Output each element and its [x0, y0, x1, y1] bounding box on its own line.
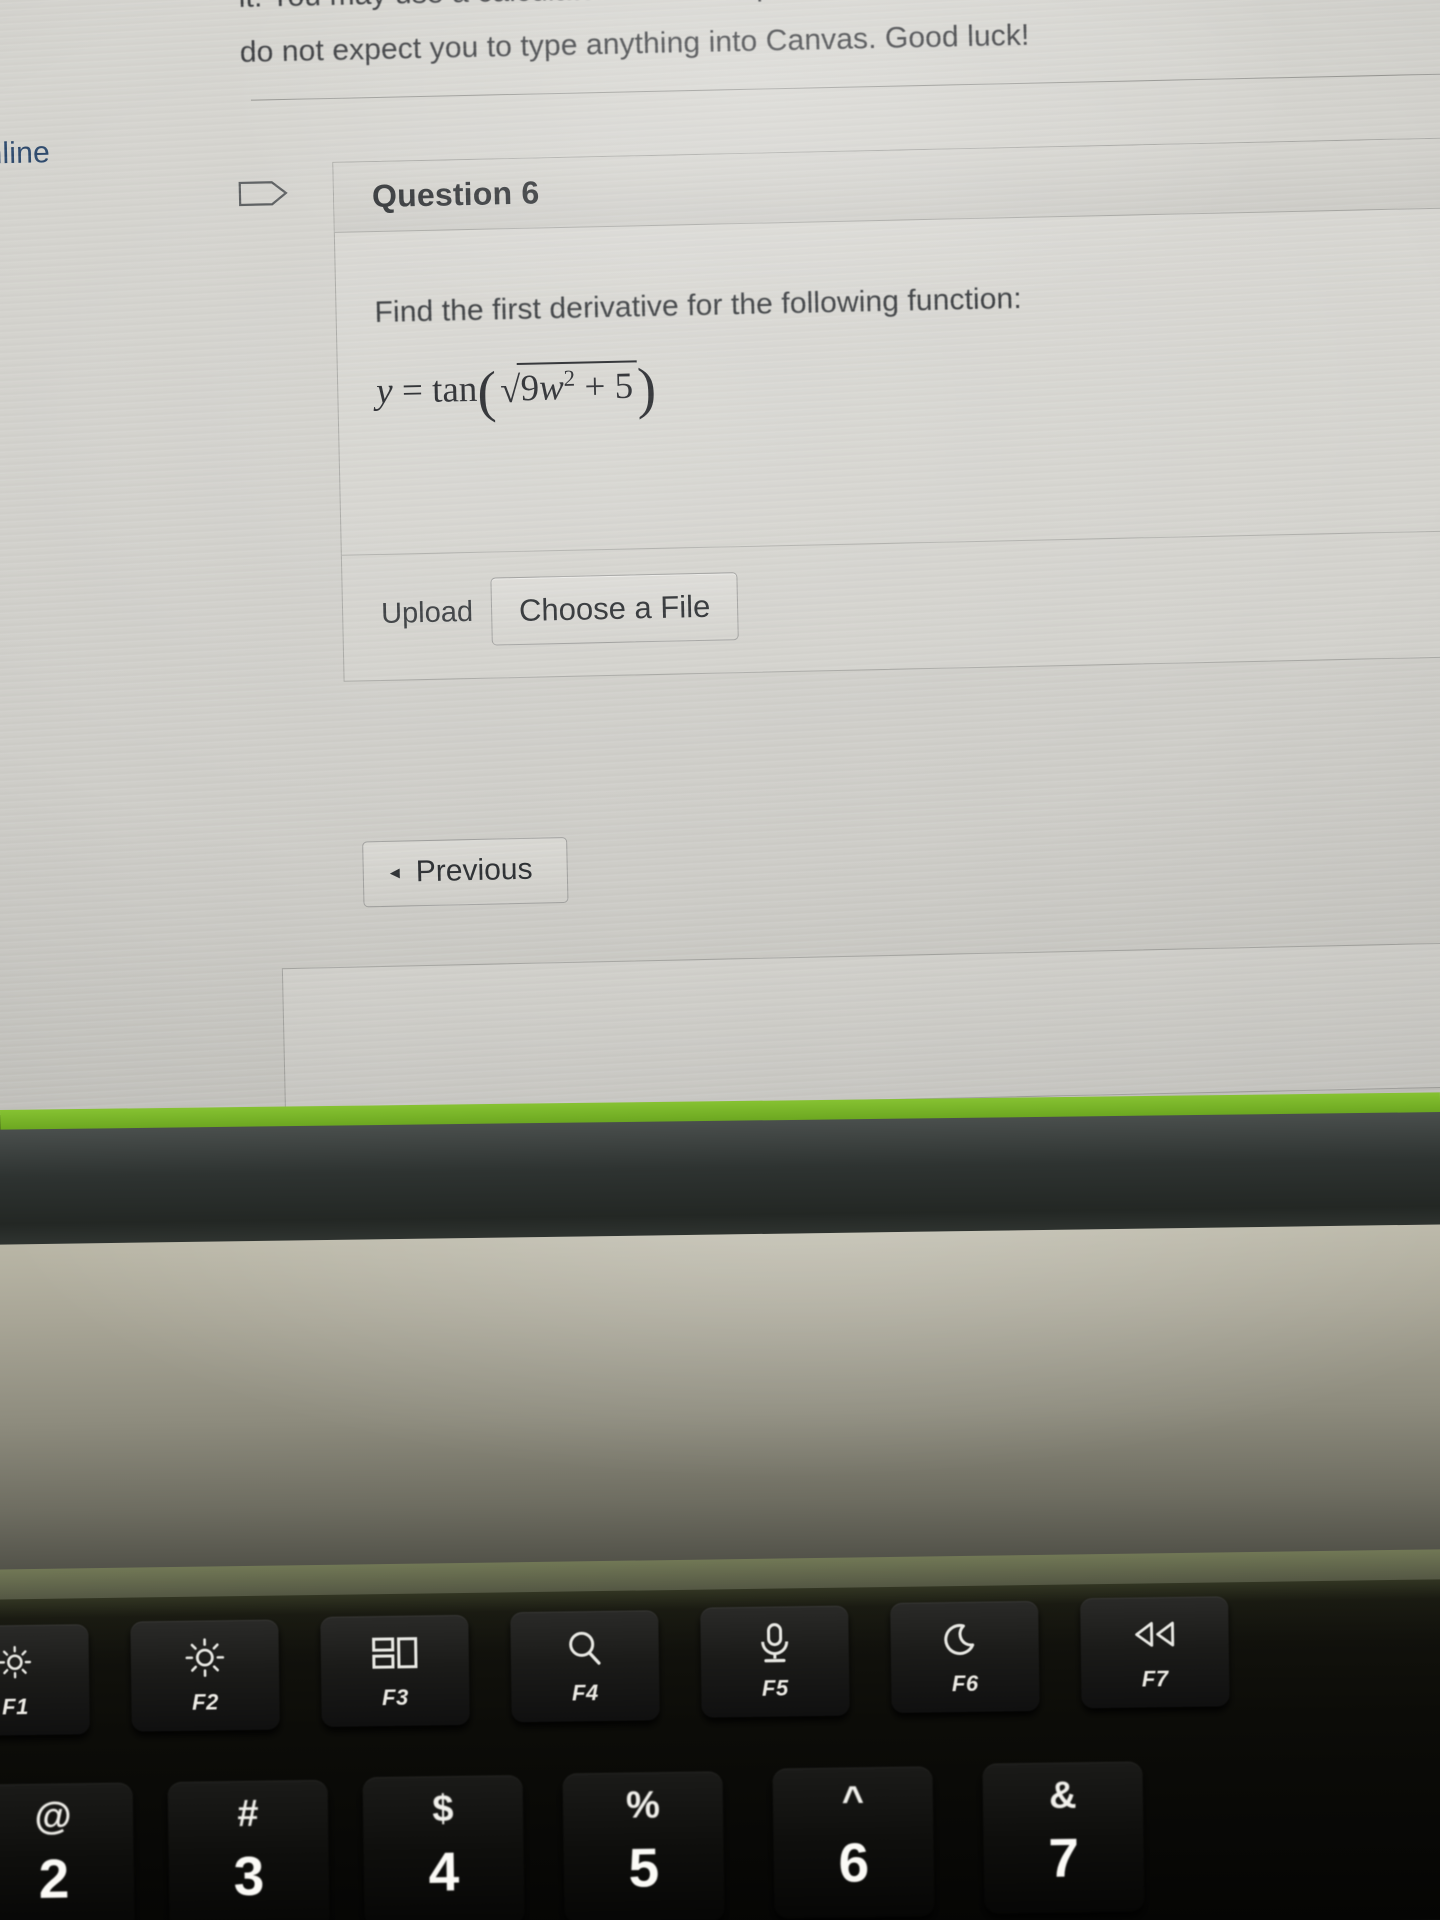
key-f5-label: F5 [761, 1675, 789, 1701]
key-f7-label: F7 [1141, 1666, 1169, 1692]
key-6[interactable]: ^ 6 [772, 1766, 935, 1919]
key-3-number: 3 [233, 1844, 265, 1908]
keyboard: F1 F2 F3 F4 F5 F6 F7 @ 2 # 3 $ 4 % 5 ^ 6… [0, 1548, 1440, 1920]
formula-lhs: y [375, 370, 394, 413]
key-f1[interactable]: F1 [0, 1624, 90, 1737]
formula-open-paren: ( [476, 360, 498, 424]
question-card: Question 6 Find the first derivative for… [238, 137, 1440, 682]
question-prompt: Find the first derivative for the follow… [374, 281, 1023, 330]
key-5-number: 5 [628, 1836, 660, 1899]
key-f2[interactable]: F2 [130, 1619, 280, 1732]
upload-row: Upload Choose a File [380, 572, 739, 648]
key-f5[interactable]: F5 [700, 1605, 850, 1718]
previous-button[interactable]: ◂ Previous [362, 836, 569, 908]
key-2-number: 2 [38, 1847, 70, 1910]
formula-plus: + [584, 366, 606, 408]
key-4-symbol: $ [432, 1788, 454, 1831]
flag-outline-icon[interactable] [236, 178, 291, 225]
key-f4-label: F4 [571, 1680, 599, 1706]
key-4[interactable]: $ 4 [362, 1775, 525, 1920]
key-3-symbol: # [237, 1792, 259, 1836]
key-f6[interactable]: F6 [890, 1600, 1040, 1714]
choose-file-button[interactable]: Choose a File [490, 572, 739, 646]
key-f4[interactable]: F4 [510, 1610, 660, 1723]
laptop-screen: it. You may use a calculator and the exp… [0, 0, 1440, 1115]
previous-button-label: Previous [415, 852, 533, 889]
question-title: Question 6 [371, 174, 540, 215]
moon-sleep-icon [943, 1617, 986, 1662]
key-2-symbol: @ [34, 1795, 72, 1838]
key-f3[interactable]: F3 [320, 1614, 470, 1727]
formula-exponent: 2 [563, 365, 576, 391]
key-7-symbol: & [1048, 1774, 1077, 1817]
key-f7[interactable]: F7 [1080, 1596, 1230, 1709]
laptop-photo-scene: it. You may use a calculator and the exp… [0, 0, 1440, 1920]
formula-close-paren: ) [636, 356, 657, 421]
formula-coefficient: 9 [520, 367, 540, 409]
key-f2-label: F2 [191, 1689, 219, 1715]
question-body: Find the first derivative for the follow… [335, 208, 1440, 562]
key-6-number: 6 [838, 1831, 870, 1894]
key-f6-label: F6 [951, 1670, 979, 1697]
key-7-number: 7 [1047, 1826, 1080, 1889]
math-formula: y = tan( √ 9w2 + 5 ) [376, 356, 657, 427]
key-5[interactable]: % 5 [562, 1771, 725, 1920]
key-3[interactable]: # 3 [167, 1779, 330, 1920]
triangle-left-icon: ◂ [389, 861, 401, 884]
formula-function: tan [431, 368, 478, 411]
content-divider [250, 73, 1440, 101]
key-2[interactable]: @ 2 [0, 1782, 135, 1920]
online-status-label: Online [0, 136, 51, 171]
brightness-up-icon [183, 1635, 228, 1680]
key-7[interactable]: & 7 [982, 1761, 1145, 1914]
brightness-down-icon [0, 1640, 35, 1685]
key-f1-label: F1 [1, 1694, 30, 1720]
key-f3-label: F3 [381, 1684, 409, 1711]
footer-panel [281, 942, 1440, 1114]
formula-variable: w [538, 366, 565, 409]
key-4-number: 4 [428, 1840, 460, 1903]
canvas-page: it. You may use a calculator and the exp… [0, 0, 1440, 1115]
upload-label: Upload [380, 595, 474, 630]
rewind-icon [1130, 1612, 1179, 1657]
formula-constant: 5 [614, 365, 634, 407]
key-6-symbol: ^ [841, 1779, 865, 1822]
task-view-icon [370, 1631, 419, 1676]
formula-equals: = [401, 370, 424, 412]
microphone-icon [755, 1621, 794, 1666]
key-5-symbol: % [625, 1784, 661, 1827]
search-icon [563, 1626, 606, 1671]
